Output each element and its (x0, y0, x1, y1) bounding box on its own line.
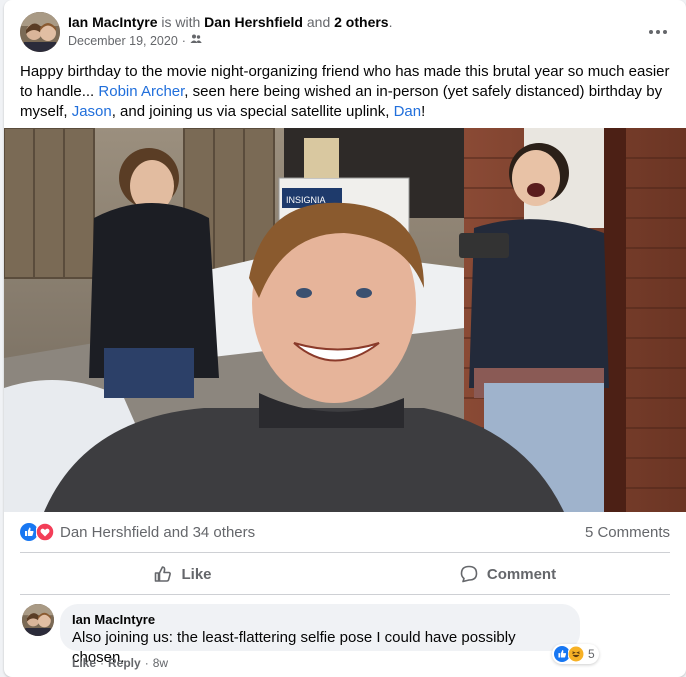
and-text: and (306, 14, 331, 30)
love-icon (36, 523, 54, 541)
divider-top (20, 552, 670, 553)
post-text-part4: ! (421, 103, 426, 120)
mention-robin[interactable]: Robin Archer (98, 83, 184, 100)
post-meta: December 19, 2020 · (68, 33, 202, 49)
period: . (388, 14, 393, 30)
comment-reply-link[interactable]: Reply (108, 656, 141, 670)
with-text: is with (161, 14, 201, 30)
comment-item: Ian MacIntyre Also joining us: the least… (20, 604, 670, 674)
post-date[interactable]: December 19, 2020 (68, 33, 178, 49)
comment-author[interactable]: Ian MacIntyre (72, 612, 568, 628)
more-options-button[interactable] (644, 18, 672, 46)
reactions-text[interactable]: Dan Hershfield and 34 others (60, 524, 255, 541)
reaction-icons (20, 523, 54, 541)
mention-jason[interactable]: Jason (72, 103, 112, 120)
post-card: Ian MacIntyre is with Dan Hershfield and… (4, 0, 686, 677)
post-text-part3: , and joining us via special satellite u… (111, 103, 394, 120)
comment-label: Comment (486, 565, 557, 583)
comment-avatar[interactable] (22, 604, 54, 636)
post-body-text: Happy birthday to the movie night-organi… (20, 62, 670, 122)
group-selfie-image: INSIGNIA (4, 128, 686, 512)
comment-bubble: Ian MacIntyre Also joining us: the least… (60, 604, 580, 666)
like-button[interactable]: Like (20, 556, 345, 592)
box-label: INSIGNIA (286, 195, 326, 205)
comment-reaction-count: 5 (588, 647, 595, 661)
reactions-summary[interactable]: Dan Hershfield and 34 others (20, 523, 255, 541)
post-header: Ian MacIntyre is with Dan Hershfield and… (20, 12, 670, 52)
post-actions: Like Comment (20, 556, 670, 592)
author-avatar[interactable] (20, 12, 60, 52)
reactions-bar: Dan Hershfield and 34 others 5 Comments (20, 520, 670, 544)
comment-time[interactable]: 8w (153, 656, 168, 670)
comment-like-link[interactable]: Like (72, 656, 96, 670)
comment-sep: · (100, 656, 105, 670)
comment-reactions[interactable]: 5 (552, 644, 599, 664)
thumbs-up-icon (155, 566, 172, 582)
friends-icon[interactable] (190, 33, 202, 49)
more-dots-icon (649, 30, 667, 34)
comment-sep-2: · (144, 656, 149, 670)
divider-bottom (20, 594, 670, 595)
post-photo[interactable]: INSIGNIA (4, 128, 686, 512)
tagged-name[interactable]: Dan Hershfield (204, 14, 303, 30)
author-line: Ian MacIntyre is with Dan Hershfield and… (68, 13, 392, 31)
tagged-others[interactable]: 2 others (334, 14, 388, 30)
like-label: Like (181, 565, 212, 583)
date-separator: · (181, 34, 186, 48)
comment-bubble-icon (460, 565, 478, 583)
mention-dan[interactable]: Dan (394, 103, 422, 120)
author-name[interactable]: Ian MacIntyre (68, 14, 157, 30)
haha-icon (568, 646, 584, 662)
comment-button[interactable]: Comment (345, 556, 670, 592)
comments-count[interactable]: 5 Comments (585, 524, 670, 541)
comment-actions: Like · Reply · 8w (72, 656, 168, 670)
